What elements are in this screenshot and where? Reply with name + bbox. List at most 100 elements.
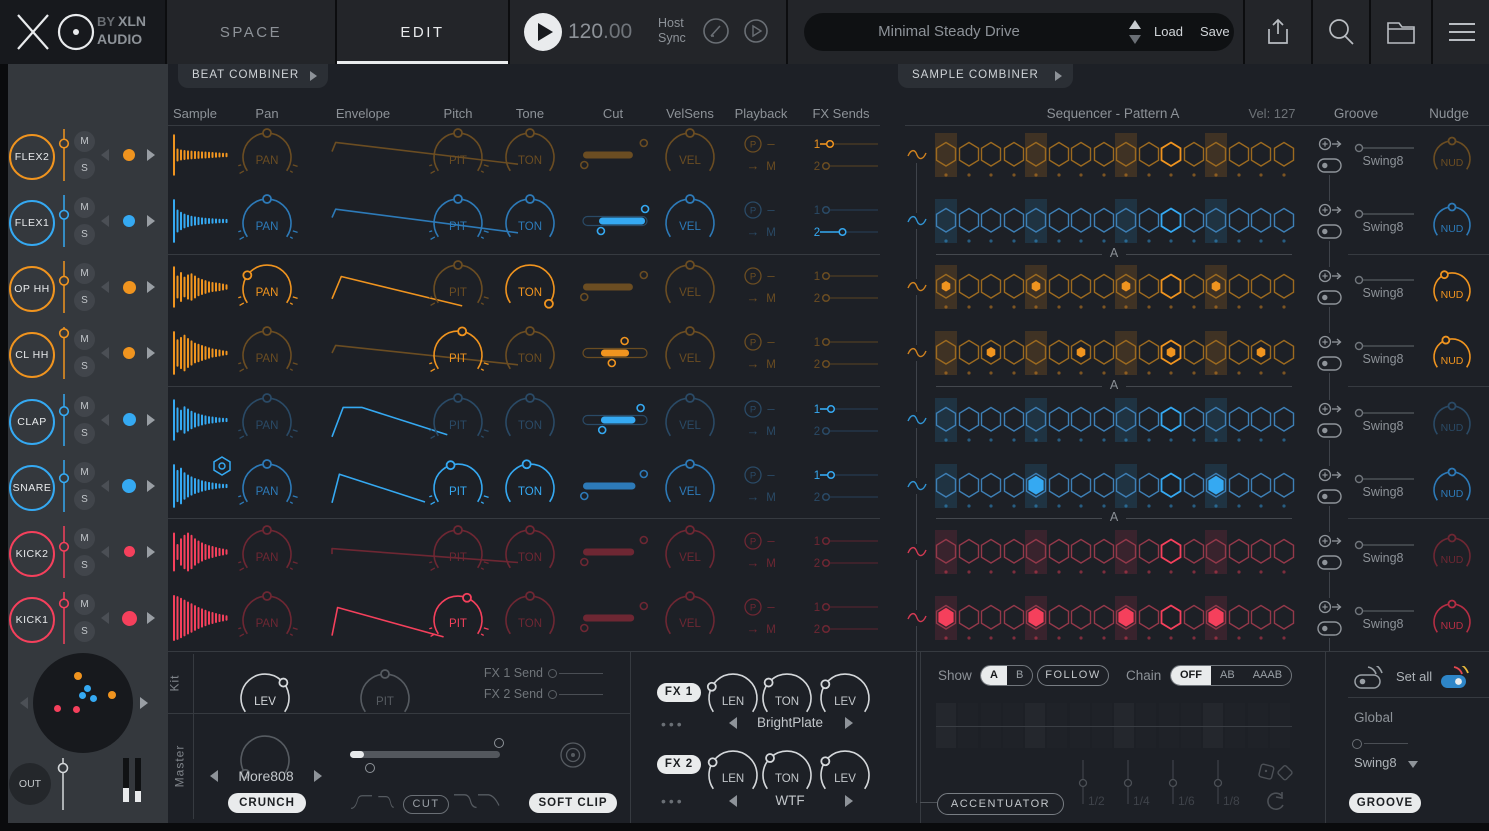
play-button[interactable] (523, 12, 563, 52)
step-hex[interactable] (1249, 604, 1273, 632)
step-hex[interactable] (1182, 472, 1206, 500)
step-hex[interactable] (1002, 406, 1026, 434)
tone-knob[interactable]: TON (500, 191, 560, 235)
tap-tempo-icon[interactable] (703, 18, 731, 46)
tone-knob[interactable]: TON (500, 257, 560, 301)
hamburger-menu-icon[interactable] (1447, 21, 1477, 43)
step-hex[interactable] (1159, 207, 1183, 235)
velsens-knob[interactable]: VEL (660, 390, 720, 434)
step-hex[interactable] (1114, 339, 1138, 367)
playback-control[interactable]: P–→M (744, 464, 788, 508)
retrig-toggle[interactable] (1316, 532, 1344, 572)
space-minimap[interactable] (33, 653, 133, 753)
step-hex[interactable] (1272, 406, 1296, 434)
fx1-prev-arrow[interactable] (729, 717, 737, 729)
nudge-knob[interactable]: NUD (1428, 596, 1476, 634)
preset-down-arrow[interactable] (1129, 35, 1141, 44)
step-hex[interactable] (957, 141, 981, 169)
master-cut-button[interactable]: CUT (403, 795, 449, 814)
step-hex[interactable] (1114, 472, 1138, 500)
envelope-display[interactable] (330, 198, 520, 244)
fx-sends[interactable]: 12 (813, 468, 883, 504)
fx1-tone-knob[interactable]: TON (757, 666, 817, 710)
cut-slider[interactable] (583, 337, 647, 369)
step-hex[interactable] (1159, 472, 1183, 500)
step-hex[interactable] (1069, 339, 1093, 367)
step-hex[interactable] (1137, 406, 1161, 434)
step-hex[interactable] (1159, 604, 1183, 632)
velsens-knob[interactable]: VEL (660, 191, 720, 235)
solo-button[interactable]: S (74, 224, 95, 245)
retrig-toggle[interactable] (1316, 267, 1344, 307)
fx-sends[interactable]: 12 (813, 534, 883, 570)
cut-slider[interactable] (583, 470, 647, 502)
master-cut-bottom-handle[interactable] (365, 763, 375, 773)
step-hex[interactable] (1002, 141, 1026, 169)
step-hex[interactable] (1204, 472, 1228, 500)
next-sample-arrow[interactable] (147, 546, 155, 558)
step-hex[interactable] (1204, 339, 1228, 367)
chain-ab-option[interactable]: AB (1211, 666, 1244, 685)
master-drive-knob[interactable] (235, 728, 295, 772)
step-hex[interactable] (1182, 339, 1206, 367)
accentuator-strip[interactable] (936, 703, 1292, 748)
step-hex[interactable] (1227, 604, 1251, 632)
step-hex[interactable] (1047, 141, 1071, 169)
envelope-display[interactable] (330, 595, 520, 641)
nudge-knob[interactable]: NUD (1428, 530, 1476, 568)
playback-control[interactable]: P–→M (744, 530, 788, 574)
master-preset-prev-arrow[interactable] (210, 770, 218, 782)
fx2-tone-knob[interactable]: TON (757, 743, 817, 787)
dice-randomize-icon[interactable] (1254, 761, 1298, 785)
accentuator-button[interactable]: ACCENTUATOR (937, 793, 1064, 815)
next-sample-arrow[interactable] (147, 612, 155, 624)
track-pad-kick1[interactable]: KICK1 (9, 597, 55, 643)
step-hex[interactable] (1204, 207, 1228, 235)
next-sample-arrow[interactable] (147, 414, 155, 426)
step-hex[interactable] (1137, 472, 1161, 500)
accent-wave-icon[interactable] (906, 345, 928, 361)
master-preset-next-arrow[interactable] (314, 770, 322, 782)
sample-waveform[interactable] (171, 131, 229, 179)
fx1-next-arrow[interactable] (845, 717, 853, 729)
tone-knob[interactable]: TON (500, 323, 560, 367)
prev-sample-arrow[interactable] (101, 347, 109, 359)
host-sync-label[interactable]: HostSync (658, 16, 686, 46)
step-hex[interactable] (1069, 538, 1093, 566)
accent-fraction-slider[interactable] (1078, 760, 1088, 808)
pitch-knob[interactable]: PIT (428, 257, 488, 301)
sample-waveform[interactable] (171, 396, 229, 444)
step-hex[interactable] (1137, 538, 1161, 566)
swing-name-label[interactable]: Swing8 (1354, 154, 1412, 168)
step-hex[interactable] (957, 406, 981, 434)
mute-button[interactable]: M (74, 528, 95, 549)
next-sample-arrow[interactable] (147, 281, 155, 293)
fx2-length-knob[interactable]: LEN (703, 743, 763, 787)
fx-sends[interactable]: 12 (813, 269, 883, 305)
step-hex[interactable] (957, 207, 981, 235)
step-hex[interactable] (1137, 207, 1161, 235)
envelope-display[interactable] (330, 397, 520, 443)
pitch-knob[interactable]: PIT (428, 522, 488, 566)
sample-waveform[interactable] (171, 528, 229, 576)
step-hex[interactable] (1137, 339, 1161, 367)
mute-button[interactable]: M (74, 594, 95, 615)
set-all-on-toggle-icon[interactable] (1440, 666, 1474, 690)
fx-sends[interactable]: 12 (813, 137, 883, 173)
fx2-prev-arrow[interactable] (729, 795, 737, 807)
nudge-knob[interactable]: NUD (1428, 398, 1476, 436)
step-hex[interactable] (1024, 141, 1048, 169)
step-hex[interactable] (1227, 207, 1251, 235)
accent-wave-icon[interactable] (906, 478, 928, 494)
step-hex[interactable] (1047, 207, 1071, 235)
envelope-display[interactable] (330, 529, 520, 575)
fx2-pill[interactable]: FX 2 (657, 755, 701, 774)
playback-control[interactable]: P–→M (744, 596, 788, 640)
fx2-preset-name[interactable]: WTF (745, 793, 835, 808)
track-fader[interactable] (57, 127, 71, 183)
track-pad-flex2[interactable]: FLEX2 (9, 134, 55, 180)
kit-fx1-send-knob[interactable] (548, 669, 557, 678)
step-hex[interactable] (1069, 472, 1093, 500)
share-export-icon[interactable] (1265, 18, 1291, 46)
retrig-toggle[interactable] (1316, 400, 1344, 440)
